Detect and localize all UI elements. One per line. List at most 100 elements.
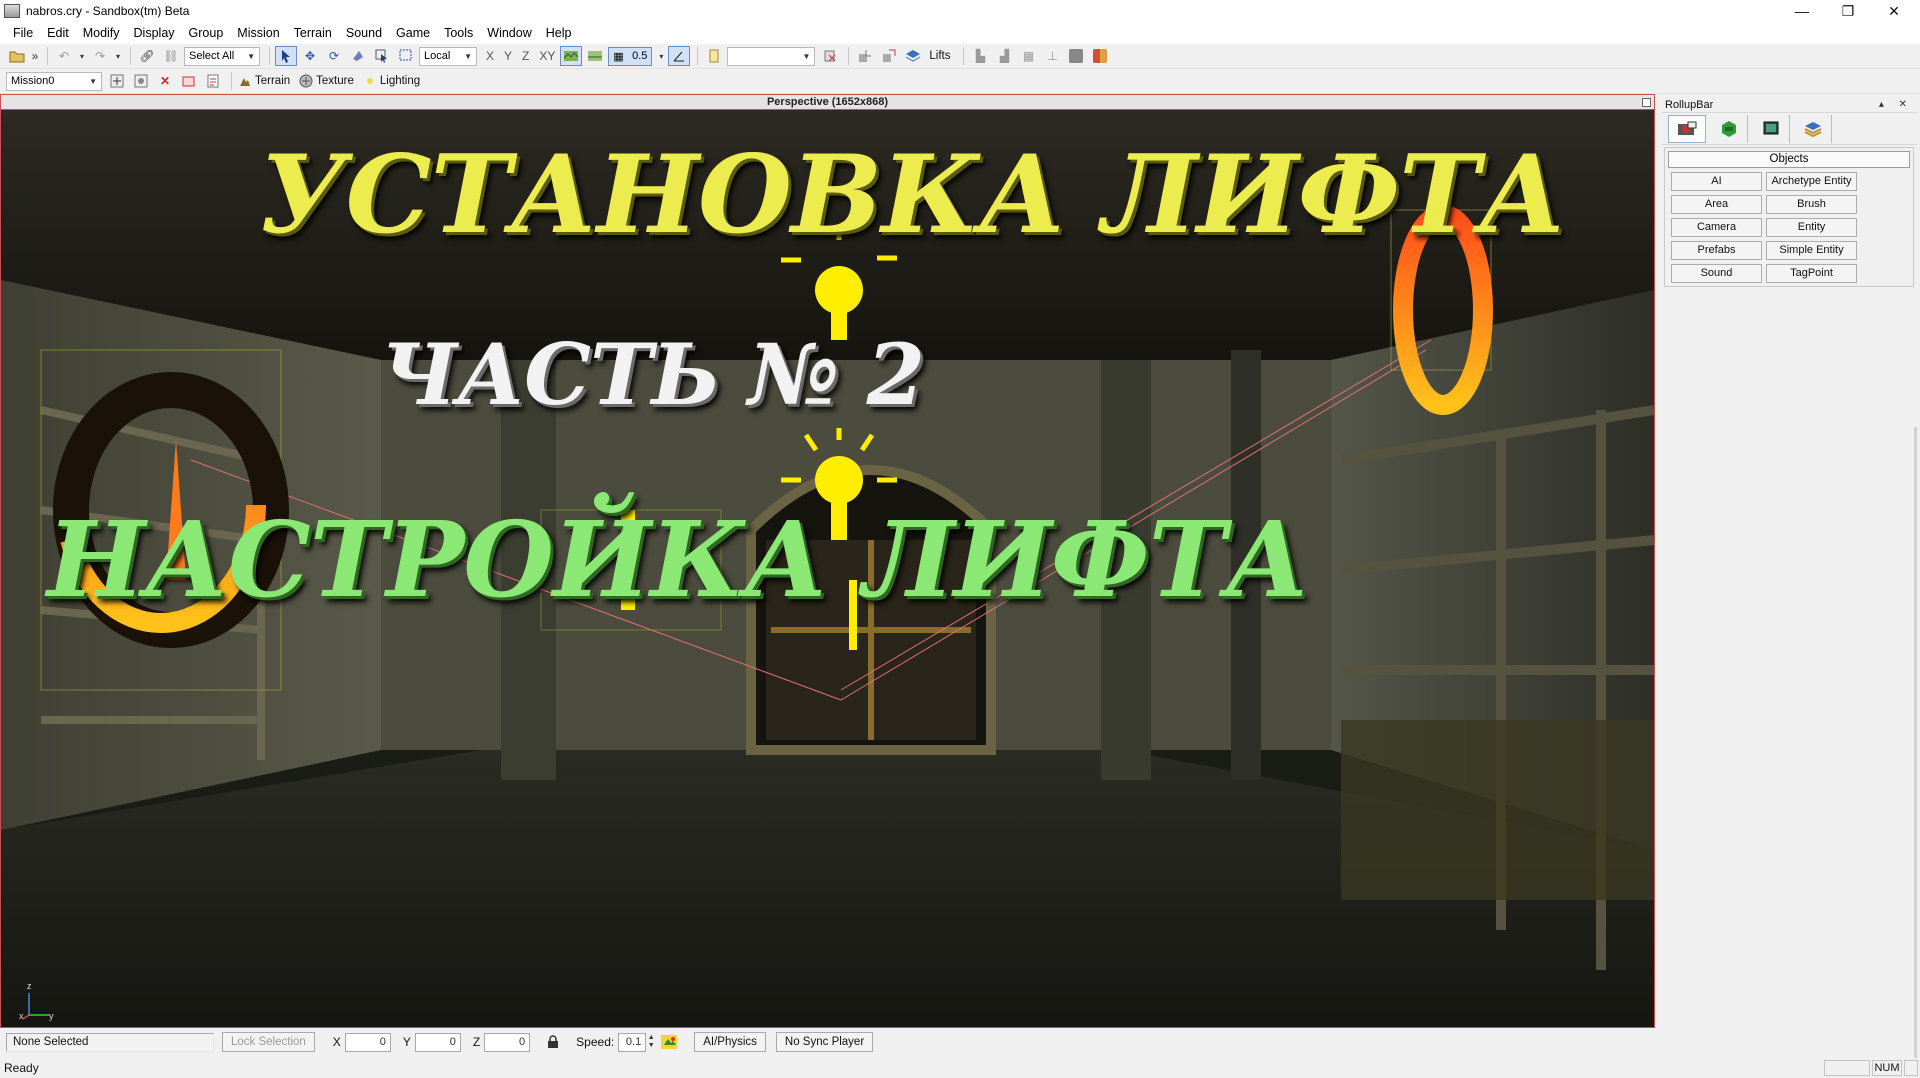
menu-modify[interactable]: Modify	[76, 26, 127, 40]
mission-combo[interactable]: Mission0 ▼	[6, 71, 102, 91]
perspective-viewport[interactable]: Perspective (1652x868) УСТАНОВКА ЛИФТА Ч…	[0, 94, 1655, 1028]
align-grid-icon[interactable]: ▦	[1017, 46, 1039, 66]
mission-script-icon[interactable]	[202, 71, 224, 91]
tab-display[interactable]	[1752, 114, 1790, 143]
object-area-button[interactable]: Area	[1671, 195, 1762, 214]
align-left-icon[interactable]: ▙	[969, 46, 991, 66]
terrain-button[interactable]: Terrain	[255, 75, 290, 87]
scale-tool-icon[interactable]	[347, 46, 369, 66]
object-simple-entity-button[interactable]: Simple Entity	[1766, 241, 1857, 260]
redo-icon[interactable]: ↷	[89, 46, 111, 66]
menu-game[interactable]: Game	[389, 26, 437, 40]
z-coord-input[interactable]: 0	[484, 1032, 531, 1052]
object-snap-icon[interactable]	[584, 46, 606, 66]
rename-mission-icon[interactable]	[178, 71, 200, 91]
axis-xy-button[interactable]: XY	[534, 49, 560, 63]
terrain-snap-icon[interactable]	[560, 46, 583, 66]
goto-selection-icon[interactable]	[878, 46, 900, 66]
dropdown-arrow-icon: ▼	[247, 51, 255, 61]
rollup-scrollbar[interactable]	[1914, 427, 1917, 1078]
object-sound-button[interactable]: Sound	[1671, 264, 1762, 283]
axis-z-button[interactable]: Z	[517, 49, 534, 63]
go-to-position-icon[interactable]	[854, 46, 876, 66]
menu-group[interactable]: Group	[182, 26, 231, 40]
lifts-label[interactable]: Lifts	[929, 50, 950, 62]
axis-x-button[interactable]: X	[481, 49, 499, 63]
palette-icon[interactable]	[1089, 46, 1111, 66]
move-tool-icon[interactable]: ✥	[299, 46, 321, 66]
bottom-toolbar: None Selected Lock Selection X 0 Y 0 Z 0…	[0, 1028, 1660, 1056]
object-ai-button[interactable]: AI	[1671, 172, 1762, 191]
object-tagpoint-button[interactable]: TagPoint	[1766, 264, 1857, 283]
object-archetype-entity-button[interactable]: Archetype Entity	[1766, 172, 1857, 191]
undo-dropdown-icon[interactable]: ▾	[77, 46, 87, 66]
tab-layers[interactable]	[1794, 114, 1832, 143]
more-chevron-icon[interactable]: »	[30, 46, 40, 66]
speed-spinner-icon[interactable]: ▲ ▼	[646, 1032, 656, 1052]
object-entity-button[interactable]: Entity	[1766, 218, 1857, 237]
maximize-viewport-icon[interactable]	[1642, 98, 1651, 107]
mission-settings-icon[interactable]	[130, 71, 152, 91]
menu-sound[interactable]: Sound	[339, 26, 389, 40]
axis-y-button[interactable]: Y	[499, 49, 517, 63]
menu-mission[interactable]: Mission	[230, 26, 286, 40]
menu-window[interactable]: Window	[480, 26, 538, 40]
no-sync-player-button[interactable]: No Sync Player	[775, 1032, 874, 1052]
objects-panel-header[interactable]: Objects	[1668, 151, 1910, 168]
menu-help[interactable]: Help	[539, 26, 579, 40]
menu-terrain[interactable]: Terrain	[287, 26, 339, 40]
y-coord-input[interactable]: 0	[414, 1032, 461, 1052]
region-select-icon[interactable]	[395, 46, 417, 66]
select-pointer-icon[interactable]	[371, 46, 393, 66]
close-button[interactable]: ✕	[1871, 0, 1917, 22]
link-icon[interactable]: 🔗︎	[136, 46, 158, 66]
menu-edit[interactable]: Edit	[40, 26, 76, 40]
menu-file[interactable]: File	[6, 26, 40, 40]
lighting-icon[interactable]	[362, 71, 378, 91]
layer-combo[interactable]: ▼	[727, 46, 816, 66]
dropdown-arrow-icon: ▼	[464, 51, 472, 61]
selection-filter-combo[interactable]: Select All ▼	[184, 46, 260, 66]
viewport-3d-scene[interactable]: УСТАНОВКА ЛИФТА ЧАСТЬ № 2 НАСТРОЙКА ЛИФТ…	[1, 110, 1654, 1027]
speed-label: Speed:	[576, 1035, 615, 1049]
tab-objects[interactable]	[1668, 114, 1706, 143]
rollup-title-controls[interactable]: ▴ ✕	[1879, 97, 1917, 112]
texture-icon[interactable]	[298, 71, 314, 91]
angle-snap-icon[interactable]	[668, 46, 691, 66]
hide-selection-icon[interactable]	[1065, 46, 1087, 66]
menu-tools[interactable]: Tools	[437, 26, 480, 40]
speed-input[interactable]: 0.1	[618, 1032, 647, 1052]
lock-icon[interactable]	[542, 1032, 564, 1052]
tab-modify[interactable]	[1710, 114, 1748, 143]
add-mission-icon[interactable]	[106, 71, 128, 91]
select-tool-icon[interactable]	[275, 46, 297, 66]
game-mode-icon[interactable]	[658, 1032, 680, 1052]
align-object-icon[interactable]: ▟	[993, 46, 1015, 66]
coordinate-system-combo[interactable]: Local ▼	[419, 46, 477, 66]
x-coord-input[interactable]: 0	[344, 1032, 391, 1052]
layer-icon[interactable]	[703, 46, 725, 66]
terrain-brush-icon[interactable]	[237, 71, 253, 91]
object-camera-button[interactable]: Camera	[1671, 218, 1762, 237]
open-folder-icon[interactable]	[6, 46, 28, 66]
delete-mission-icon[interactable]: ✕	[154, 71, 176, 91]
redo-dropdown-icon[interactable]: ▾	[113, 46, 123, 66]
undo-icon[interactable]: ↶	[53, 46, 75, 66]
texture-button[interactable]: Texture	[316, 75, 354, 87]
lighting-button[interactable]: Lighting	[380, 75, 420, 87]
rotate-tool-icon[interactable]: ⟳	[323, 46, 345, 66]
menu-display[interactable]: Display	[127, 26, 182, 40]
lock-selection-button[interactable]: Lock Selection	[222, 1032, 315, 1052]
drop-to-floor-icon[interactable]: ⊥	[1041, 46, 1063, 66]
grid-dropdown-icon[interactable]: ▾	[656, 46, 666, 66]
axis-y-label: y	[49, 1011, 54, 1021]
delete-selection-icon[interactable]	[819, 46, 841, 66]
layers-stack-icon[interactable]	[902, 46, 924, 66]
grid-snap-combo[interactable]: ▦ 0.5	[608, 46, 653, 66]
object-prefabs-button[interactable]: Prefabs	[1671, 241, 1762, 260]
minimize-button[interactable]: —	[1779, 0, 1825, 22]
ai-physics-button[interactable]: AI/Physics	[694, 1032, 766, 1052]
restore-button[interactable]: ❐	[1825, 0, 1871, 22]
object-brush-button[interactable]: Brush	[1766, 195, 1857, 214]
unlink-icon[interactable]: ⛓︎	[160, 46, 182, 66]
